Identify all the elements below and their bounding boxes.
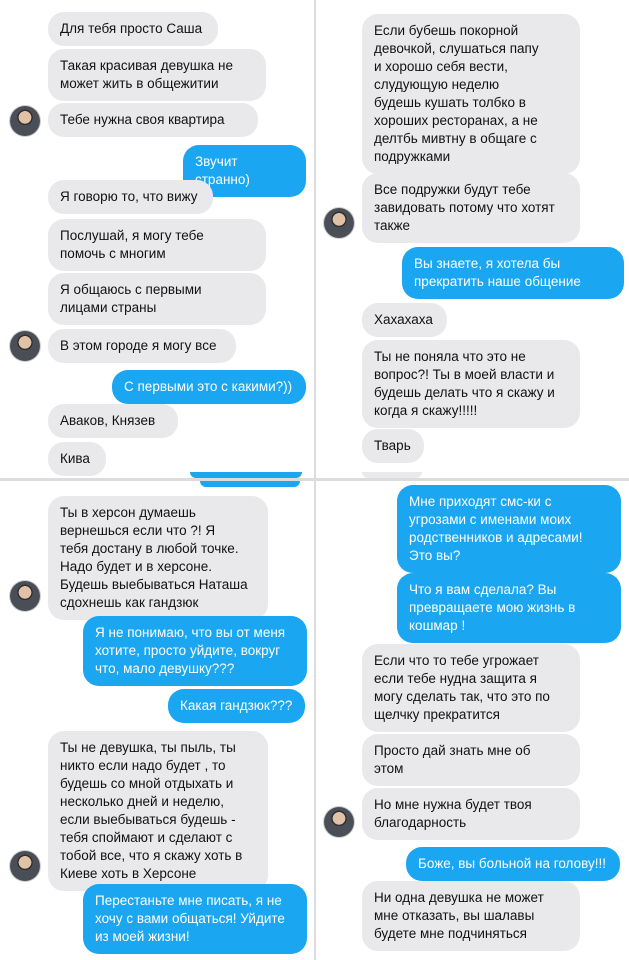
message-outgoing-peek — [200, 481, 300, 487]
message-incoming: В этом городе я могу все — [48, 329, 236, 363]
message-incoming: Хахахаха — [362, 303, 447, 337]
message-outgoing: Какая гандзюк??? — [168, 689, 305, 723]
message-outgoing: Что я вам сделала? Вы превращаете мою жи… — [397, 573, 621, 643]
message-outgoing: Перестаньте мне писать, я не хочу с вами… — [83, 884, 307, 954]
message-incoming: Тварь — [362, 429, 424, 463]
chat-panel-bottom-left: Ты в херсон думаешь вернешься если что ?… — [0, 481, 314, 960]
message-incoming: Ты не поняла что это не вопрос?! Ты в мо… — [362, 340, 580, 428]
message-outgoing: Вы знаете, я хотела бы прекратить наше о… — [402, 247, 624, 299]
message-outgoing: С первыми это с какими?)) — [112, 370, 306, 404]
avatar[interactable] — [10, 851, 40, 881]
message-incoming: Просто дай знать мне об этом — [362, 734, 580, 786]
avatar[interactable] — [10, 581, 40, 611]
message-incoming: Я общаюсь с первыми лицами страны — [48, 273, 266, 325]
chat-panel-bottom-right: Мне приходят смс-ки с угрозами с именами… — [316, 481, 629, 960]
message-outgoing: Мне приходят смс-ки с угрозами с именами… — [397, 485, 621, 573]
message-outgoing: Я не понимаю, что вы от меня хотите, про… — [83, 616, 307, 686]
message-incoming: Но мне нужна будет твоя благодарность — [362, 788, 580, 840]
message-incoming: Кива — [48, 442, 106, 476]
avatar[interactable] — [10, 331, 40, 361]
message-incoming: Ни одна девушка не может мне отказать, в… — [362, 881, 580, 951]
message-incoming: Такая красивая девушка не может жить в о… — [48, 49, 266, 101]
message-incoming: Аваков, Князев — [48, 404, 178, 438]
message-incoming: Я говорю то, что вижу — [48, 180, 213, 214]
message-incoming: Все подружки будут тебе завидовать потом… — [362, 173, 580, 243]
message-incoming: Тебе нужна своя квартира — [48, 103, 258, 137]
avatar[interactable] — [10, 106, 40, 136]
avatar[interactable] — [324, 807, 354, 837]
chat-panel-top-right: Если бубешь покорной девочкой, слушаться… — [316, 0, 629, 478]
avatar[interactable] — [324, 208, 354, 238]
message-incoming: Ты в херсон думаешь вернешься если что ?… — [48, 496, 268, 620]
message-outgoing: Боже, вы больной на голову!!! — [406, 847, 620, 881]
chat-panel-top-left: Для тебя просто Саша Такая красивая деву… — [0, 0, 314, 478]
message-incoming: Если бубешь покорной девочкой, слушаться… — [362, 14, 580, 174]
message-incoming: Послушай, я могу тебе помочь с многим — [48, 219, 266, 271]
panel-divider-horizontal — [0, 478, 629, 481]
message-incoming: Для тебя просто Саша — [48, 12, 218, 46]
message-incoming: Если что то тебе угрожает если тебе нудн… — [362, 644, 580, 732]
message-incoming: Ты не девушка, ты пыль, ты никто если на… — [48, 731, 268, 891]
